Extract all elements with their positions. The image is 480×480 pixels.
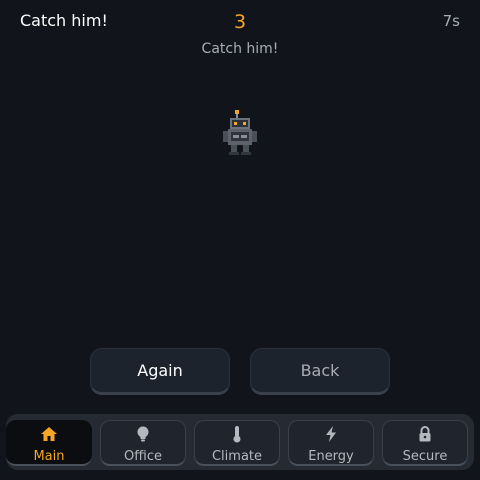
nav-item-secure[interactable]: Secure — [382, 420, 468, 466]
again-button[interactable]: Again — [90, 348, 230, 395]
nav-label: Main — [33, 449, 65, 464]
nav-item-office[interactable]: Office — [100, 420, 186, 466]
nav-item-main[interactable]: Main — [6, 420, 92, 466]
lightbulb-icon — [133, 425, 153, 443]
home-icon — [39, 424, 59, 443]
game-screen: Catch him! 3 7s Catch him! Again Back Ma… — [0, 0, 480, 480]
nav-label: Office — [124, 449, 162, 464]
nav-label: Climate — [211, 449, 263, 464]
thermometer-icon — [227, 425, 247, 443]
countdown-timer: 7s — [442, 12, 460, 30]
nav-label: Secure — [402, 449, 448, 464]
nav-item-energy[interactable]: Energy — [288, 420, 374, 466]
back-button[interactable]: Back — [250, 348, 390, 395]
nav-label: Energy — [308, 449, 354, 464]
lock-icon — [415, 425, 435, 443]
score-counter: 3 — [233, 11, 247, 33]
robot-icon — [223, 110, 257, 155]
nav-item-climate[interactable]: Climate — [194, 420, 280, 466]
instruction-text: Catch him! — [201, 41, 279, 57]
lightning-icon — [321, 425, 341, 443]
bottom-nav: Main Office Climate Energy Secure — [6, 414, 474, 470]
robot-target[interactable] — [222, 110, 258, 156]
